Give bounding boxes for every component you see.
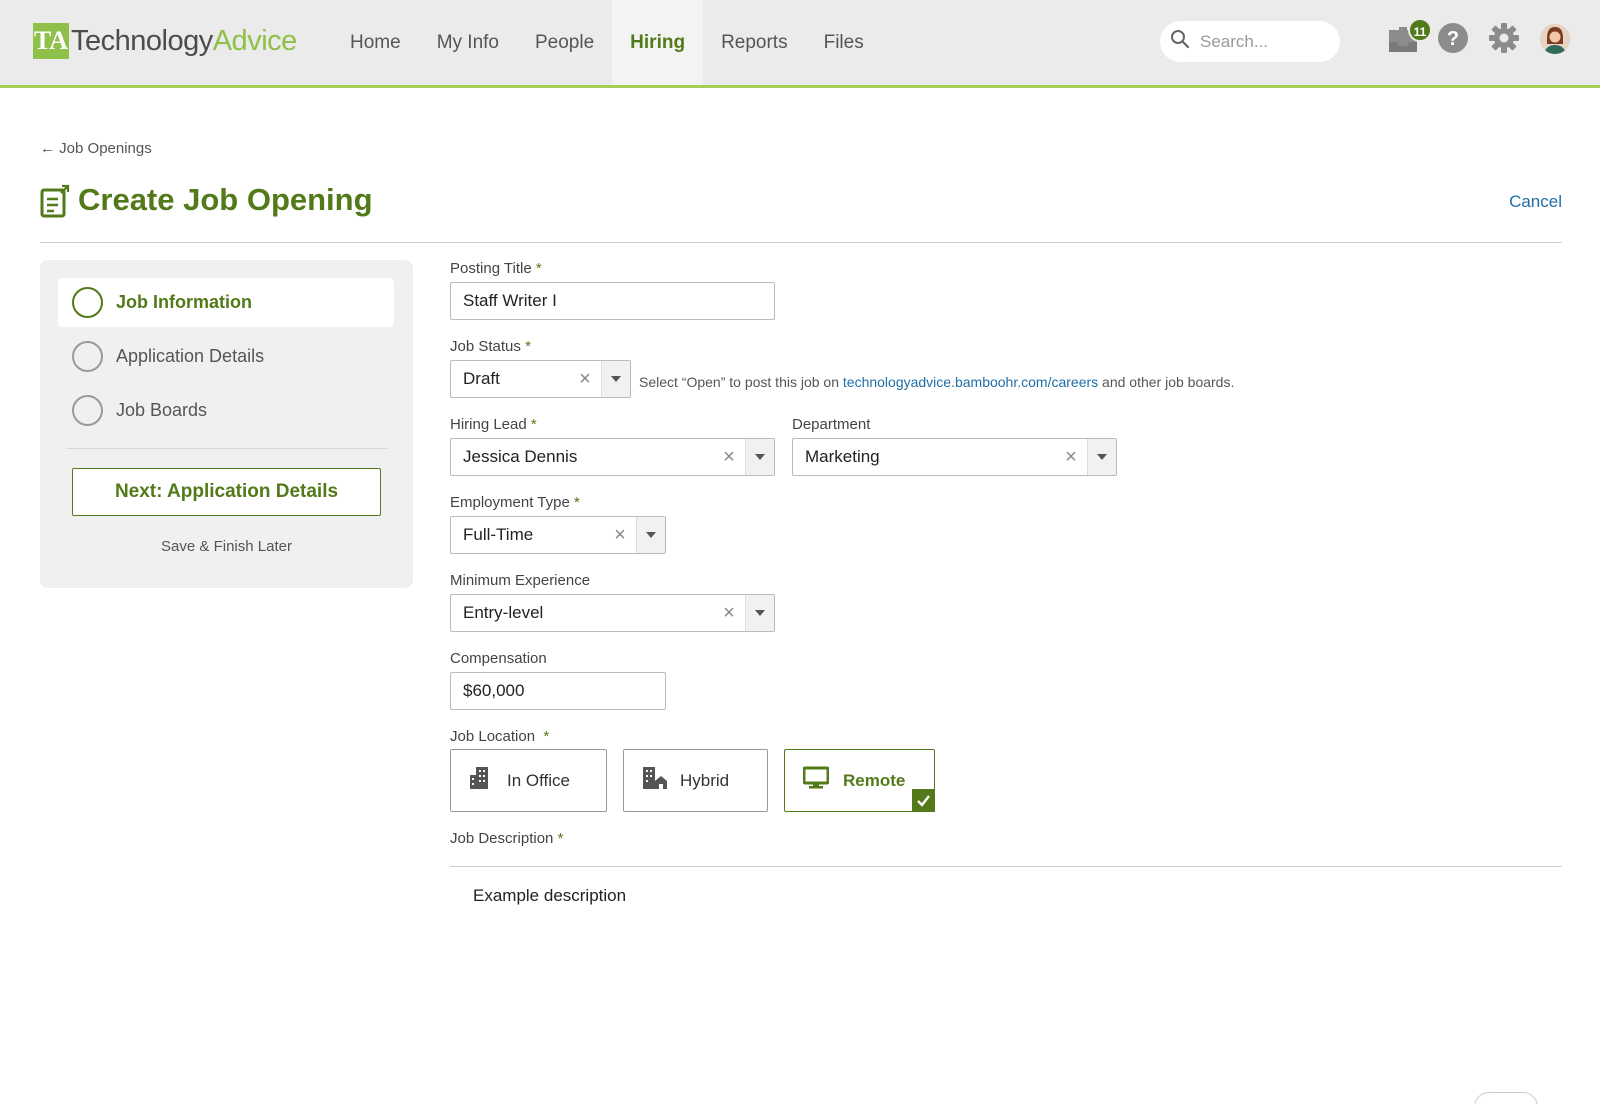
chevron-down-icon[interactable] [745, 595, 774, 631]
hiring-lead-label: Hiring Lead * [450, 416, 537, 433]
top-navigation-bar: TA TechnologyAdvice Home My Info People … [0, 0, 1600, 88]
location-option-label: In Office [507, 770, 570, 790]
location-option-label: Hybrid [680, 770, 730, 790]
nav-item-reports[interactable]: Reports [703, 0, 806, 85]
step-label: Application Details [116, 346, 265, 366]
company-logo[interactable]: TA TechnologyAdvice [33, 20, 297, 62]
breadcrumb-link[interactable]: Job Openings [59, 140, 152, 157]
step-job-boards[interactable]: Job Boards [58, 386, 394, 435]
hiring-lead-select[interactable]: Jessica Dennis × [450, 438, 775, 476]
location-option-hybrid[interactable]: Hybrid [623, 749, 768, 812]
clear-icon[interactable]: × [717, 439, 741, 475]
logo-mark: TA [33, 23, 69, 59]
chat-widget[interactable] [1474, 1092, 1538, 1104]
back-arrow-icon: ← [40, 140, 55, 157]
location-option-label: Remote [843, 770, 906, 790]
editor-toolbar-divider [450, 866, 1562, 867]
clear-icon[interactable]: × [573, 361, 597, 397]
nav-item-hiring[interactable]: Hiring [612, 0, 704, 85]
employment-type-label: Employment Type * [450, 494, 580, 511]
minimum-experience-label: Minimum Experience [450, 572, 591, 589]
nav-item-people[interactable]: People [517, 0, 612, 85]
compensation-label: Compensation [450, 650, 547, 667]
step-job-information[interactable]: Job Information [58, 278, 394, 327]
building-icon [468, 765, 494, 796]
steps-divider [67, 448, 387, 449]
step-application-details[interactable]: Application Details [58, 332, 394, 381]
job-status-value: Draft [463, 369, 500, 388]
posting-title-label: Posting Title * [450, 260, 542, 277]
job-location-label: Job Location * [450, 728, 550, 745]
job-status-label: Job Status * [450, 338, 531, 355]
job-opening-icon [40, 184, 70, 223]
hiring-lead-value: Jessica Dennis [463, 447, 578, 466]
nav-item-files[interactable]: Files [806, 0, 882, 85]
job-status-select[interactable]: Draft × [450, 360, 631, 398]
minimum-experience-value: Entry-level [463, 603, 544, 622]
compensation-input[interactable]: $60,000 [450, 672, 666, 710]
employment-type-value: Full-Time [463, 525, 534, 544]
location-option-remote[interactable]: Remote [784, 749, 935, 812]
logo-text: TechnologyAdvice [71, 24, 297, 57]
nav-item-my-info[interactable]: My Info [419, 0, 517, 85]
hybrid-building-icon [641, 765, 667, 796]
help-icon[interactable]: ? [1437, 22, 1471, 56]
nav-item-home[interactable]: Home [332, 0, 419, 85]
job-description-editor[interactable]: Example description [473, 886, 626, 906]
clear-icon[interactable]: × [1059, 439, 1083, 475]
job-status-hint: Select “Open” to post this job on techno… [639, 374, 1235, 390]
main-nav: Home My Info People Hiring Reports Files [332, 0, 882, 85]
step-circle-icon [72, 287, 103, 318]
monitor-icon [802, 766, 830, 795]
chevron-down-icon[interactable] [1087, 439, 1116, 475]
step-label: Job Information [116, 292, 252, 312]
page-title: Create Job Opening [78, 182, 373, 217]
inbox-icon[interactable]: 11 [1386, 18, 1432, 56]
search-icon [1170, 29, 1190, 54]
cancel-link[interactable]: Cancel [1509, 192, 1562, 212]
step-circle-icon [72, 341, 103, 372]
careers-link[interactable]: technologyadvice.bamboohr.com/careers [843, 374, 1098, 390]
step-circle-icon [72, 395, 103, 426]
minimum-experience-select[interactable]: Entry-level × [450, 594, 775, 632]
department-select[interactable]: Marketing × [792, 438, 1117, 476]
chevron-down-icon[interactable] [601, 361, 630, 397]
user-avatar[interactable] [1540, 24, 1570, 54]
selected-check-icon [912, 789, 935, 812]
save-finish-later-link[interactable]: Save & Finish Later [40, 538, 413, 555]
location-option-in-office[interactable]: In Office [450, 749, 607, 812]
next-application-details-button[interactable]: Next: Application Details [72, 468, 381, 516]
svg-text:?: ? [1447, 28, 1459, 50]
chevron-down-icon[interactable] [745, 439, 774, 475]
clear-icon[interactable]: × [608, 517, 632, 553]
search-input[interactable] [1200, 31, 1320, 52]
employment-type-select[interactable]: Full-Time × [450, 516, 666, 554]
header-divider [40, 242, 1562, 243]
department-label: Department [792, 416, 871, 433]
clear-icon[interactable]: × [717, 595, 741, 631]
step-label: Job Boards [116, 400, 208, 420]
department-value: Marketing [805, 447, 880, 466]
posting-title-input[interactable]: Staff Writer I [450, 282, 775, 320]
steps-panel: Job Information Application Details Job … [40, 260, 413, 588]
gear-icon[interactable] [1488, 22, 1522, 56]
chevron-down-icon[interactable] [636, 517, 665, 553]
job-description-label: Job Description * [450, 830, 564, 847]
breadcrumb[interactable]: ← Job Openings [40, 140, 152, 157]
search-box[interactable] [1160, 21, 1340, 62]
inbox-count-badge: 11 [1408, 18, 1432, 42]
